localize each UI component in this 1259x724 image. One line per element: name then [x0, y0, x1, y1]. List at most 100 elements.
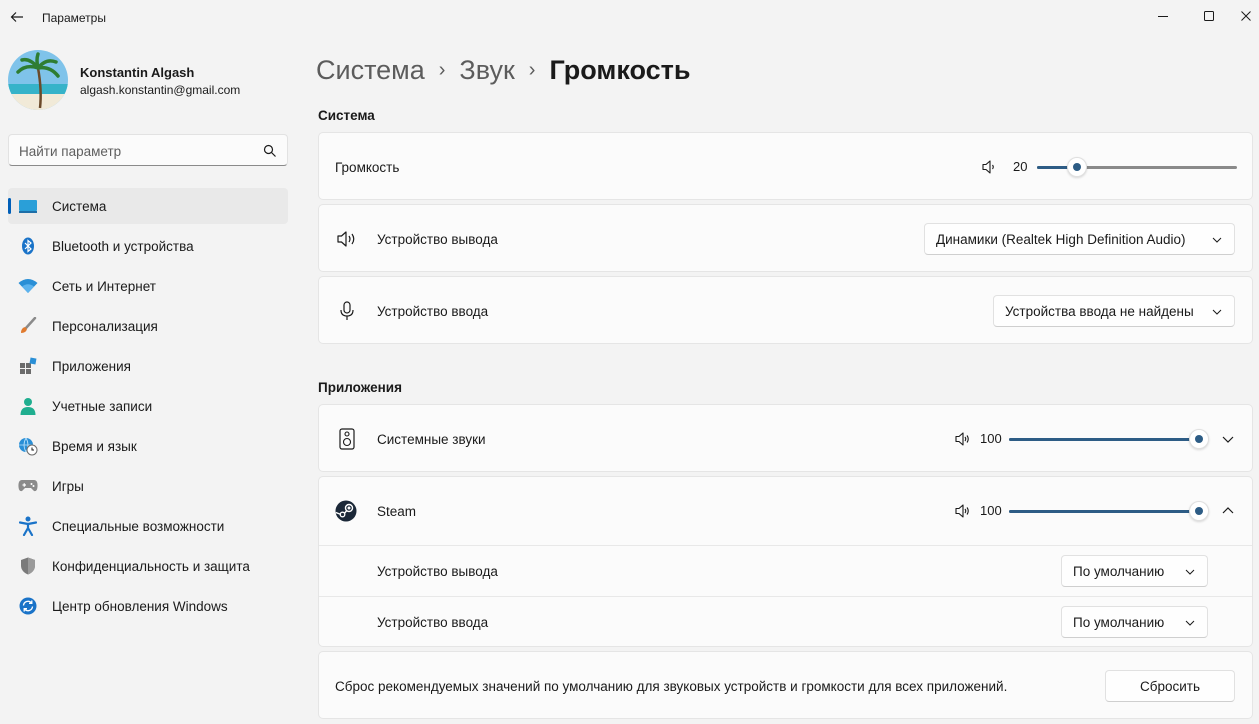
account-icon — [18, 396, 38, 416]
steam-card: Steam 100 Устройство вывода По умолчанию… — [318, 476, 1253, 647]
maximize-button[interactable] — [1186, 0, 1232, 32]
maximize-icon — [1204, 11, 1214, 21]
collapse-button[interactable] — [1218, 501, 1238, 521]
volume-label: Громкость — [335, 160, 400, 175]
apps-icon — [18, 356, 38, 376]
slider-thumb[interactable] — [1189, 501, 1209, 521]
sidebar-item-label: Время и язык — [52, 438, 137, 454]
breadcrumb-item-sound[interactable]: Звук — [459, 55, 514, 86]
reset-card: Сброс рекомендуемых значений по умолчани… — [318, 651, 1253, 719]
sidebar-item-windows-update[interactable]: Центр обновления Windows — [8, 588, 288, 624]
system-sounds-volume-slider[interactable] — [1009, 429, 1209, 449]
sidebar-item-label: Учетные записи — [52, 398, 153, 414]
output-device-dropdown[interactable]: Динамики (Realtek High Definition Audio) — [924, 223, 1235, 255]
sidebar-item-label: Игры — [52, 478, 84, 494]
bluetooth-icon — [18, 236, 38, 256]
sidebar-item-accessibility[interactable]: Специальные возможности — [8, 508, 288, 544]
speaker-icon[interactable] — [954, 431, 970, 447]
speaker-box-icon — [336, 428, 358, 450]
chevron-up-icon — [1222, 507, 1234, 514]
chevron-down-icon — [1212, 237, 1222, 243]
slider-thumb[interactable] — [1189, 429, 1209, 449]
input-device-dropdown[interactable]: Устройства ввода не найдены — [993, 295, 1235, 327]
gamepad-icon — [18, 476, 38, 496]
chevron-down-icon — [1185, 620, 1195, 626]
steam-input-value: По умолчанию — [1073, 615, 1165, 630]
system-icon — [18, 196, 38, 216]
minimize-button[interactable] — [1140, 0, 1186, 32]
volume-value: 100 — [980, 431, 1002, 446]
user-email: algash.konstantin@gmail.com — [80, 83, 241, 97]
steam-output-row: Устройство вывода По умолчанию — [319, 545, 1252, 596]
back-button[interactable] — [6, 6, 28, 28]
brush-icon — [18, 316, 38, 336]
microphone-icon — [336, 300, 358, 322]
steam-output-dropdown[interactable]: По умолчанию — [1061, 555, 1208, 587]
steam-volume-slider[interactable] — [1009, 501, 1209, 521]
steam-input-dropdown[interactable]: По умолчанию — [1061, 606, 1208, 638]
title-bar: Параметры — [0, 0, 1259, 36]
search-input[interactable] — [19, 141, 249, 161]
sidebar-item-accounts[interactable]: Учетные записи — [8, 388, 288, 424]
steam-input-row: Устройство ввода По умолчанию — [319, 596, 1252, 647]
output-device-label: Устройство вывода — [377, 232, 498, 247]
sidebar-item-label: Центр обновления Windows — [52, 598, 228, 614]
close-icon — [1240, 11, 1251, 21]
chevron-down-icon — [1212, 309, 1222, 315]
sidebar-item-apps[interactable]: Приложения — [8, 348, 288, 384]
sidebar-item-system[interactable]: Система — [8, 188, 288, 224]
system-sounds-label: Системные звуки — [377, 432, 486, 447]
output-device-value: Динамики (Realtek High Definition Audio) — [936, 232, 1186, 247]
slider-thumb[interactable] — [1067, 157, 1087, 177]
sidebar-item-personalization[interactable]: Персонализация — [8, 308, 288, 344]
user-profile[interactable]: Konstantin Algash algash.konstantin@gmai… — [8, 48, 298, 110]
sidebar-item-privacy[interactable]: Конфиденциальность и защита — [8, 548, 288, 584]
shield-icon — [18, 556, 38, 576]
close-button[interactable] — [1232, 0, 1259, 32]
steam-output-value: По умолчанию — [1073, 564, 1165, 579]
sidebar-item-label: Персонализация — [52, 318, 158, 334]
reset-description: Сброс рекомендуемых значений по умолчани… — [335, 679, 1008, 694]
chevron-right-icon: › — [438, 58, 446, 81]
speaker-icon[interactable] — [954, 503, 970, 519]
breadcrumb: Система › Звук › Громкость — [316, 52, 690, 88]
system-sounds-card: Системные звуки 100 — [318, 404, 1253, 472]
sidebar-item-label: Bluetooth и устройства — [52, 238, 194, 254]
accessibility-icon — [18, 516, 38, 536]
search-icon[interactable] — [263, 144, 277, 158]
volume-value: 100 — [980, 503, 1002, 518]
section-title-apps: Приложения — [318, 380, 402, 395]
section-title-system: Система — [318, 108, 375, 123]
speaker-icon[interactable] — [981, 159, 997, 175]
sidebar-item-label: Приложения — [52, 358, 131, 374]
steam-input-label: Устройство ввода — [377, 615, 489, 630]
volume-value: 20 — [1013, 159, 1028, 174]
back-arrow-icon — [10, 12, 23, 22]
input-device-label: Устройство ввода — [377, 304, 489, 319]
chevron-right-icon: › — [528, 58, 536, 81]
minimize-icon — [1158, 16, 1168, 17]
search-box[interactable] — [8, 134, 288, 166]
expand-button[interactable] — [1218, 429, 1238, 449]
update-icon — [18, 596, 38, 616]
avatar-image — [8, 50, 68, 110]
sidebar-item-label: Система — [52, 198, 107, 214]
system-volume-card: Громкость 20 — [318, 132, 1253, 200]
input-device-card: Устройство ввода Устройства ввода не най… — [318, 276, 1253, 344]
globe-clock-icon — [18, 436, 38, 456]
sidebar-nav: Система Bluetooth и устройства Сеть и Ин… — [8, 188, 288, 628]
avatar[interactable] — [8, 50, 68, 110]
sidebar-item-gaming[interactable]: Игры — [8, 468, 288, 504]
steam-volume-control: 100 — [954, 501, 1209, 521]
breadcrumb-item-system[interactable]: Система — [316, 55, 425, 86]
system-volume-slider[interactable] — [1037, 157, 1237, 177]
sidebar-item-label: Сеть и Интернет — [52, 278, 156, 294]
sidebar-item-label: Специальные возможности — [52, 518, 225, 534]
sidebar-item-bluetooth[interactable]: Bluetooth и устройства — [8, 228, 288, 264]
sidebar-item-time-language[interactable]: Время и язык — [8, 428, 288, 464]
chevron-down-icon — [1222, 436, 1234, 443]
reset-button[interactable]: Сбросить — [1105, 670, 1235, 702]
sidebar-item-network[interactable]: Сеть и Интернет — [8, 268, 288, 304]
sidebar-item-label: Конфиденциальность и защита — [52, 558, 250, 574]
system-volume-control: 20 — [981, 157, 1239, 177]
